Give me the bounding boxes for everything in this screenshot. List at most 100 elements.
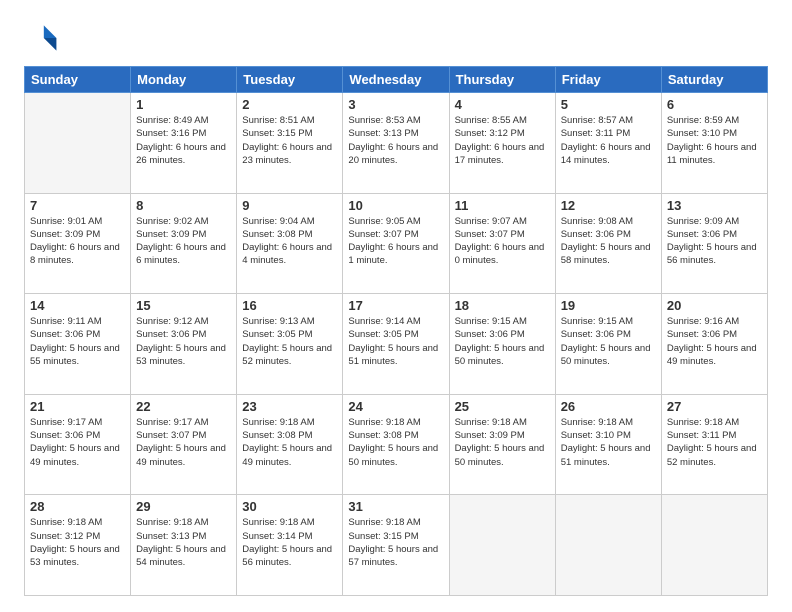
calendar-cell: 1 Sunrise: 8:49 AM Sunset: 3:16 PM Dayli… [131,93,237,194]
day-number: 20 [667,298,762,313]
day-info: Sunrise: 9:07 AM Sunset: 3:07 PM Dayligh… [455,215,550,268]
week-row-5: 28 Sunrise: 9:18 AM Sunset: 3:12 PM Dayl… [25,495,768,596]
day-number: 10 [348,198,443,213]
week-row-2: 7 Sunrise: 9:01 AM Sunset: 3:09 PM Dayli… [25,193,768,294]
calendar-cell: 22 Sunrise: 9:17 AM Sunset: 3:07 PM Dayl… [131,394,237,495]
day-info: Sunrise: 9:18 AM Sunset: 3:10 PM Dayligh… [561,416,656,469]
day-header-sunday: Sunday [25,67,131,93]
day-number: 25 [455,399,550,414]
day-number: 4 [455,97,550,112]
day-number: 22 [136,399,231,414]
calendar-cell: 15 Sunrise: 9:12 AM Sunset: 3:06 PM Dayl… [131,294,237,395]
day-info: Sunrise: 8:57 AM Sunset: 3:11 PM Dayligh… [561,114,656,167]
day-number: 26 [561,399,656,414]
day-info: Sunrise: 9:18 AM Sunset: 3:09 PM Dayligh… [455,416,550,469]
calendar-cell: 9 Sunrise: 9:04 AM Sunset: 3:08 PM Dayli… [237,193,343,294]
calendar-cell: 8 Sunrise: 9:02 AM Sunset: 3:09 PM Dayli… [131,193,237,294]
calendar-cell: 10 Sunrise: 9:05 AM Sunset: 3:07 PM Dayl… [343,193,449,294]
day-info: Sunrise: 9:02 AM Sunset: 3:09 PM Dayligh… [136,215,231,268]
calendar-cell: 28 Sunrise: 9:18 AM Sunset: 3:12 PM Dayl… [25,495,131,596]
day-info: Sunrise: 9:18 AM Sunset: 3:14 PM Dayligh… [242,516,337,569]
day-number: 30 [242,499,337,514]
calendar-cell: 7 Sunrise: 9:01 AM Sunset: 3:09 PM Dayli… [25,193,131,294]
logo [24,20,64,56]
day-header-tuesday: Tuesday [237,67,343,93]
day-info: Sunrise: 9:17 AM Sunset: 3:06 PM Dayligh… [30,416,125,469]
day-info: Sunrise: 9:18 AM Sunset: 3:08 PM Dayligh… [348,416,443,469]
calendar-cell: 26 Sunrise: 9:18 AM Sunset: 3:10 PM Dayl… [555,394,661,495]
day-info: Sunrise: 9:18 AM Sunset: 3:12 PM Dayligh… [30,516,125,569]
logo-icon [24,20,60,56]
day-number: 21 [30,399,125,414]
day-info: Sunrise: 8:53 AM Sunset: 3:13 PM Dayligh… [348,114,443,167]
week-row-4: 21 Sunrise: 9:17 AM Sunset: 3:06 PM Dayl… [25,394,768,495]
day-info: Sunrise: 9:18 AM Sunset: 3:11 PM Dayligh… [667,416,762,469]
day-header-thursday: Thursday [449,67,555,93]
calendar-cell: 14 Sunrise: 9:11 AM Sunset: 3:06 PM Dayl… [25,294,131,395]
day-header-friday: Friday [555,67,661,93]
calendar-cell: 5 Sunrise: 8:57 AM Sunset: 3:11 PM Dayli… [555,93,661,194]
day-header-saturday: Saturday [661,67,767,93]
calendar-cell [449,495,555,596]
page: SundayMondayTuesdayWednesdayThursdayFrid… [0,0,792,612]
day-number: 15 [136,298,231,313]
calendar-cell: 19 Sunrise: 9:15 AM Sunset: 3:06 PM Dayl… [555,294,661,395]
day-header-monday: Monday [131,67,237,93]
calendar-cell: 29 Sunrise: 9:18 AM Sunset: 3:13 PM Dayl… [131,495,237,596]
calendar-cell [25,93,131,194]
calendar-cell: 13 Sunrise: 9:09 AM Sunset: 3:06 PM Dayl… [661,193,767,294]
day-number: 18 [455,298,550,313]
calendar-cell: 21 Sunrise: 9:17 AM Sunset: 3:06 PM Dayl… [25,394,131,495]
day-info: Sunrise: 9:08 AM Sunset: 3:06 PM Dayligh… [561,215,656,268]
calendar-cell: 27 Sunrise: 9:18 AM Sunset: 3:11 PM Dayl… [661,394,767,495]
week-row-1: 1 Sunrise: 8:49 AM Sunset: 3:16 PM Dayli… [25,93,768,194]
calendar-cell [555,495,661,596]
calendar-cell [661,495,767,596]
day-info: Sunrise: 9:13 AM Sunset: 3:05 PM Dayligh… [242,315,337,368]
day-number: 12 [561,198,656,213]
day-info: Sunrise: 9:15 AM Sunset: 3:06 PM Dayligh… [455,315,550,368]
day-number: 14 [30,298,125,313]
day-number: 27 [667,399,762,414]
day-info: Sunrise: 8:59 AM Sunset: 3:10 PM Dayligh… [667,114,762,167]
day-info: Sunrise: 9:12 AM Sunset: 3:06 PM Dayligh… [136,315,231,368]
day-number: 13 [667,198,762,213]
calendar-cell: 16 Sunrise: 9:13 AM Sunset: 3:05 PM Dayl… [237,294,343,395]
calendar-cell: 20 Sunrise: 9:16 AM Sunset: 3:06 PM Dayl… [661,294,767,395]
day-info: Sunrise: 9:14 AM Sunset: 3:05 PM Dayligh… [348,315,443,368]
day-header-wednesday: Wednesday [343,67,449,93]
calendar-table: SundayMondayTuesdayWednesdayThursdayFrid… [24,66,768,596]
day-info: Sunrise: 9:18 AM Sunset: 3:15 PM Dayligh… [348,516,443,569]
calendar-cell: 12 Sunrise: 9:08 AM Sunset: 3:06 PM Dayl… [555,193,661,294]
day-number: 31 [348,499,443,514]
day-info: Sunrise: 9:17 AM Sunset: 3:07 PM Dayligh… [136,416,231,469]
day-number: 17 [348,298,443,313]
calendar-cell: 11 Sunrise: 9:07 AM Sunset: 3:07 PM Dayl… [449,193,555,294]
day-info: Sunrise: 9:04 AM Sunset: 3:08 PM Dayligh… [242,215,337,268]
day-number: 19 [561,298,656,313]
day-number: 16 [242,298,337,313]
day-number: 24 [348,399,443,414]
calendar-cell: 31 Sunrise: 9:18 AM Sunset: 3:15 PM Dayl… [343,495,449,596]
header [24,20,768,56]
day-number: 29 [136,499,231,514]
calendar-cell: 4 Sunrise: 8:55 AM Sunset: 3:12 PM Dayli… [449,93,555,194]
day-info: Sunrise: 8:55 AM Sunset: 3:12 PM Dayligh… [455,114,550,167]
day-info: Sunrise: 8:49 AM Sunset: 3:16 PM Dayligh… [136,114,231,167]
day-number: 3 [348,97,443,112]
day-info: Sunrise: 9:18 AM Sunset: 3:08 PM Dayligh… [242,416,337,469]
day-number: 28 [30,499,125,514]
day-number: 9 [242,198,337,213]
day-info: Sunrise: 9:16 AM Sunset: 3:06 PM Dayligh… [667,315,762,368]
calendar-cell: 6 Sunrise: 8:59 AM Sunset: 3:10 PM Dayli… [661,93,767,194]
day-info: Sunrise: 9:05 AM Sunset: 3:07 PM Dayligh… [348,215,443,268]
day-number: 8 [136,198,231,213]
day-info: Sunrise: 9:11 AM Sunset: 3:06 PM Dayligh… [30,315,125,368]
day-info: Sunrise: 8:51 AM Sunset: 3:15 PM Dayligh… [242,114,337,167]
calendar-cell: 25 Sunrise: 9:18 AM Sunset: 3:09 PM Dayl… [449,394,555,495]
calendar-cell: 23 Sunrise: 9:18 AM Sunset: 3:08 PM Dayl… [237,394,343,495]
calendar-cell: 30 Sunrise: 9:18 AM Sunset: 3:14 PM Dayl… [237,495,343,596]
day-info: Sunrise: 9:18 AM Sunset: 3:13 PM Dayligh… [136,516,231,569]
calendar-cell: 3 Sunrise: 8:53 AM Sunset: 3:13 PM Dayli… [343,93,449,194]
calendar-cell: 2 Sunrise: 8:51 AM Sunset: 3:15 PM Dayli… [237,93,343,194]
